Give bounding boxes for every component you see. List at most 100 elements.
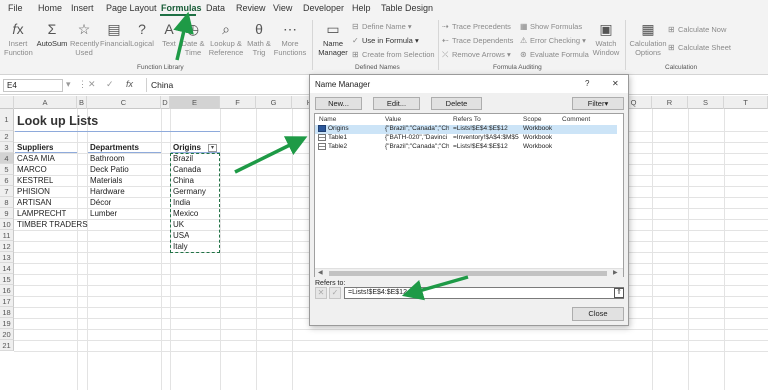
row-header[interactable]: 16 — [0, 285, 14, 296]
scroll-left-icon[interactable]: ◀ — [318, 269, 323, 276]
evaluate-formula-button[interactable]: ⊛ Evaluate Formula — [520, 50, 589, 59]
cancel-icon[interactable]: ✕ — [315, 287, 327, 299]
list-header-comment[interactable]: Comment — [562, 116, 590, 123]
column-header[interactable]: S — [688, 96, 724, 109]
autosum-button[interactable]: Σ AutoSum — [36, 21, 68, 48]
column-header[interactable]: B — [77, 96, 87, 109]
chevron-down-icon[interactable]: ▾ — [66, 79, 71, 90]
menu-insert[interactable]: Insert — [71, 3, 94, 13]
row-header[interactable]: 11 — [0, 230, 14, 241]
row-header[interactable]: 6 — [0, 175, 14, 186]
row-header[interactable]: 19 — [0, 318, 14, 329]
enter-check-icon[interactable]: ✓ — [106, 79, 114, 90]
trace-dependents-button[interactable]: ⇠ Trace Dependents — [442, 36, 513, 45]
list-header-value[interactable]: Value — [385, 116, 401, 123]
list-header-name[interactable]: Name — [319, 116, 336, 123]
insert-function-button[interactable]: 𝑓x Insert Function — [4, 21, 33, 57]
origin-cell[interactable]: Italy — [173, 242, 188, 251]
origin-cell[interactable]: USA — [173, 231, 189, 240]
list-header-refers-to[interactable]: Refers To — [453, 116, 481, 123]
more-functions-button[interactable]: ⋯ More Functions — [273, 21, 307, 57]
recently-used-button[interactable]: ☆ Recently Used — [70, 21, 99, 57]
scrollbar-thumb[interactable] — [329, 271, 607, 276]
menu-home[interactable]: Home — [38, 3, 62, 13]
origin-cell[interactable]: China — [173, 176, 194, 185]
row-header[interactable]: 2 — [0, 131, 14, 142]
menu-developer[interactable]: Developer — [303, 3, 344, 13]
menu-formulas[interactable]: Formulas — [161, 3, 202, 13]
departments-header[interactable]: Departments — [90, 143, 139, 152]
origin-cell[interactable]: Canada — [173, 165, 201, 174]
row-header[interactable]: 15 — [0, 274, 14, 285]
financial-button[interactable]: ▤ Financial — [100, 21, 130, 48]
calculate-now-button[interactable]: ⊞ Calculate Now — [668, 25, 726, 34]
row-header[interactable]: 13 — [0, 252, 14, 263]
column-header[interactable]: E — [170, 96, 220, 109]
calculate-sheet-button[interactable]: ⊞ Calculate Sheet — [668, 43, 731, 52]
show-formulas-button[interactable]: ▦ Show Formulas — [520, 22, 582, 31]
list-item[interactable]: Table2 {"Brazil";"Canada";"Chi... =Lists… — [315, 143, 617, 152]
menu-view[interactable]: View — [273, 3, 292, 13]
supplier-cell[interactable]: LAMPRECHT — [17, 209, 66, 218]
supplier-cell[interactable]: MARCO — [17, 165, 47, 174]
supplier-cell[interactable]: KESTREL — [17, 176, 53, 185]
column-header[interactable]: G — [256, 96, 292, 109]
check-icon[interactable]: ✓ — [329, 287, 341, 299]
supplier-cell[interactable]: TIMBER TRADERS — [17, 220, 88, 229]
list-header-scope[interactable]: Scope — [523, 116, 541, 123]
remove-arrows-button[interactable]: ⤫ Remove Arrows ▾ — [442, 50, 511, 60]
row-header[interactable]: 8 — [0, 197, 14, 208]
column-header[interactable]: R — [652, 96, 688, 109]
define-name-button[interactable]: ⊟ Define Name ▾ — [352, 22, 412, 31]
column-header[interactable]: C — [87, 96, 161, 109]
logical-button[interactable]: ? Logical — [129, 21, 155, 48]
row-header[interactable]: 4 — [0, 153, 14, 164]
origins-header[interactable]: Origins — [173, 143, 201, 152]
select-all-corner[interactable] — [0, 96, 14, 109]
cancel-icon[interactable]: ✕ — [88, 79, 96, 90]
department-cell[interactable]: Bathroom — [90, 154, 125, 163]
department-cell[interactable]: Hardware — [90, 187, 125, 196]
use-in-formula-button[interactable]: ✓ Use in Formula ▾ — [352, 36, 419, 45]
row-header[interactable]: 5 — [0, 164, 14, 175]
filter-button[interactable]: Filter▾ — [572, 97, 624, 110]
supplier-cell[interactable]: ARTISAN — [17, 198, 52, 207]
close-button[interactable]: Close — [572, 307, 624, 321]
fx-icon[interactable]: fx — [126, 79, 133, 89]
name-box[interactable]: E4 — [3, 79, 63, 92]
column-header[interactable]: D — [161, 96, 170, 109]
create-from-selection-button[interactable]: ⊞ Create from Selection — [352, 50, 435, 59]
menu-help[interactable]: Help — [352, 3, 371, 13]
sheet-title[interactable]: Look up Lists — [17, 114, 98, 128]
row-header[interactable]: 21 — [0, 340, 14, 351]
scroll-right-icon[interactable]: ▶ — [613, 269, 618, 276]
horizontal-scrollbar[interactable]: ◀ ▶ — [315, 268, 623, 277]
department-cell[interactable]: Décor — [90, 198, 111, 207]
row-header[interactable]: 3 — [0, 142, 14, 153]
trace-precedents-button[interactable]: ⇢ Trace Precedents — [442, 22, 511, 31]
delete-button[interactable]: Delete — [431, 97, 482, 110]
menu-file[interactable]: File — [8, 3, 23, 13]
origin-cell[interactable]: Germany — [173, 187, 206, 196]
menu-page-layout[interactable]: Page Layout — [106, 3, 157, 13]
lookup-reference-button[interactable]: ⌕ Lookup & Reference — [208, 21, 244, 57]
origin-cell[interactable]: India — [173, 198, 190, 207]
names-list[interactable]: Name Value Refers To Scope Comment Origi… — [314, 113, 624, 277]
text-button[interactable]: A Text — [158, 21, 180, 48]
column-header[interactable]: A — [14, 96, 77, 109]
filter-dropdown-icon[interactable]: ▾ — [208, 144, 217, 152]
menu-table-design[interactable]: Table Design — [381, 3, 433, 13]
origin-cell[interactable]: Brazil — [173, 154, 193, 163]
row-header[interactable]: 18 — [0, 307, 14, 318]
column-header[interactable]: T — [724, 96, 768, 109]
menu-review[interactable]: Review — [236, 3, 266, 13]
refers-to-input[interactable]: =Lists!$E$4:$E$12 — [344, 287, 624, 299]
menu-data[interactable]: Data — [206, 3, 225, 13]
help-icon[interactable]: ? — [585, 79, 589, 88]
list-item[interactable]: Table1 {"BATH-020","Davinci ... =Invento… — [315, 134, 617, 143]
column-header[interactable]: F — [220, 96, 256, 109]
row-header[interactable]: 14 — [0, 263, 14, 274]
row-header[interactable]: 17 — [0, 296, 14, 307]
dialog-titlebar[interactable]: Name Manager ? ✕ — [310, 75, 628, 93]
watch-window-button[interactable]: ▣ Watch Window — [591, 21, 621, 57]
